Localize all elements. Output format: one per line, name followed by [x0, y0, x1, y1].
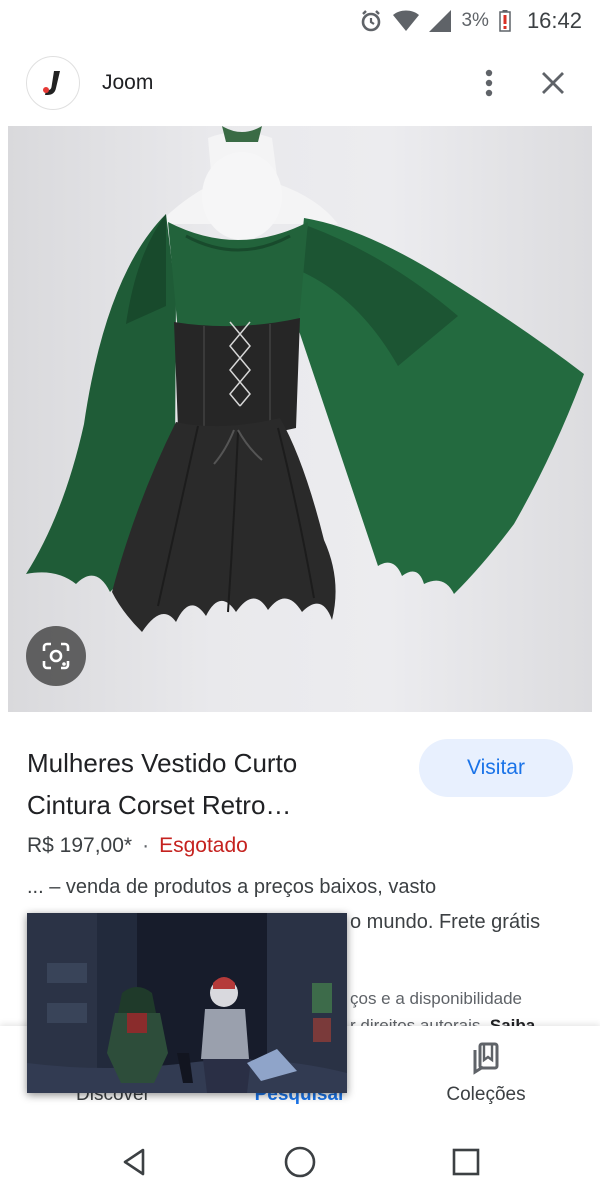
back-icon[interactable]	[104, 1140, 164, 1184]
system-nav-bar	[0, 1120, 600, 1200]
learn-more-link[interactable]: Saiba	[490, 1016, 535, 1026]
close-icon[interactable]	[526, 56, 580, 110]
result-title-line2[interactable]: Cintura Corset Retro…	[27, 790, 291, 820]
snippet-line-4: r direitos autorais. Saiba	[350, 1014, 580, 1026]
price: R$ 197,00*	[27, 834, 133, 857]
app-header: Joom	[0, 42, 600, 124]
visit-button[interactable]: Visitar	[419, 739, 573, 797]
price-line: R$ 197,00* · Esgotado	[27, 834, 248, 858]
pip-video-overlay[interactable]	[27, 913, 347, 1093]
battery-low-icon	[499, 10, 511, 32]
site-name: Joom	[102, 71, 154, 94]
wifi-icon	[393, 10, 420, 32]
collections-bookmark-icon	[386, 1042, 586, 1076]
separator: ·	[142, 834, 150, 857]
nav-collections-label: Coleções	[446, 1084, 526, 1105]
nav-collections[interactable]: Coleções	[386, 1026, 586, 1120]
google-lens-icon[interactable]	[26, 626, 86, 686]
stock-status: Esgotado	[159, 834, 248, 857]
status-bar: 3% 16:42	[0, 0, 600, 42]
clock: 16:42	[526, 8, 582, 33]
result-title[interactable]: Mulheres Vestido Curto Cintura Corset Re…	[27, 742, 387, 826]
cell-signal-icon	[429, 10, 452, 32]
result-title-line1[interactable]: Mulheres Vestido Curto	[27, 748, 297, 778]
product-image[interactable]	[8, 126, 592, 712]
snippet-line-2: o mundo. Frete grátis	[350, 911, 541, 933]
snippet-line-4-text: r direitos autorais.	[350, 1016, 486, 1026]
more-vert-icon[interactable]	[462, 56, 516, 110]
joom-logo-icon	[26, 56, 80, 110]
snippet-line-3: ços e a disponibilidade	[350, 989, 523, 1008]
recents-icon[interactable]	[436, 1140, 496, 1184]
battery-percent: 3%	[461, 10, 489, 31]
home-icon[interactable]	[270, 1140, 330, 1184]
snippet-line-1: ... – venda de produtos a preços baixos,…	[27, 876, 437, 898]
alarm-icon	[359, 9, 383, 33]
